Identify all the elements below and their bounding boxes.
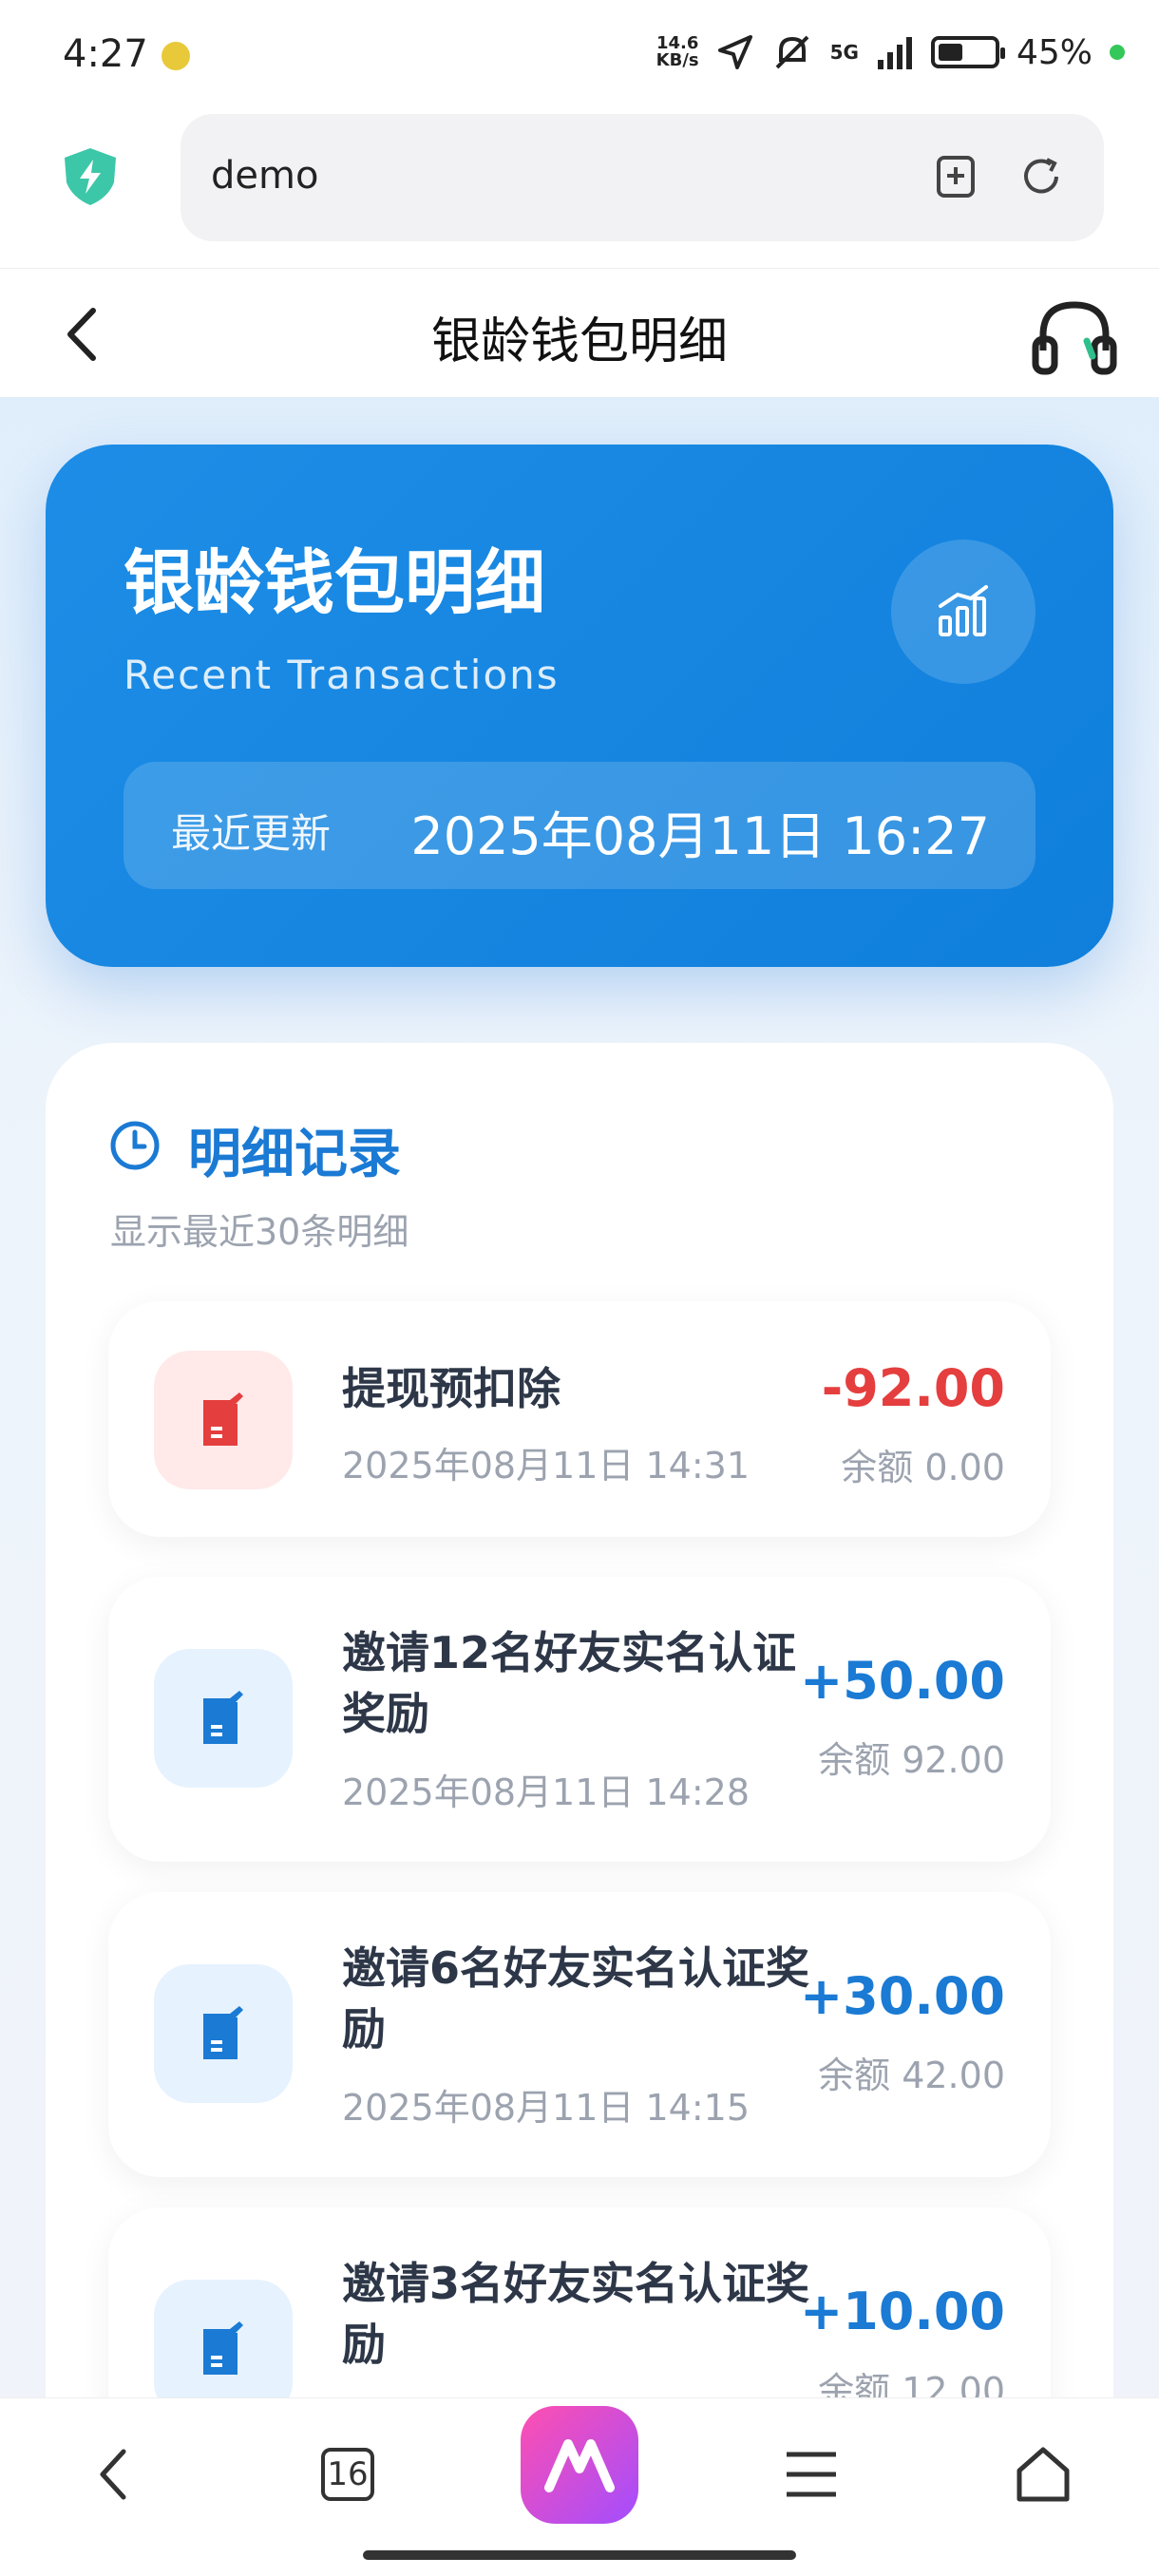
notification-app-icon <box>162 42 190 70</box>
records-title: 明细记录 <box>188 1124 401 1185</box>
shield-icon[interactable] <box>59 144 122 207</box>
transaction-amount: +30.00 <box>799 1966 1005 2026</box>
document-icon <box>154 2280 293 2397</box>
transaction-time: 2025年08月11日 14:31 <box>342 1445 750 1487</box>
status-icons: 14.6 KB/s 5G 45% <box>656 28 1125 76</box>
document-icon <box>154 1649 293 1788</box>
home-button[interactable] <box>1005 2436 1081 2512</box>
transaction-balance: 余额 42.00 <box>818 2055 1005 2096</box>
page-title: 银龄钱包明细 <box>430 313 728 370</box>
transaction-balance: 余额 12.00 <box>818 2370 1005 2397</box>
ai-logo-icon <box>544 2439 615 2492</box>
signal-icon <box>877 37 912 69</box>
transaction-title: 提现预扣除 <box>342 1363 560 1414</box>
menu-button[interactable] <box>773 2436 849 2512</box>
transaction-title: 邀请12名好友实名认证奖励 <box>342 1627 797 1739</box>
hero-subtitle: Recent Transactions <box>124 652 560 698</box>
browser-bottom-nav: 16 <box>0 2397 1159 2576</box>
url-bar[interactable]: demo <box>180 114 1104 241</box>
menu-icon <box>787 2452 836 2497</box>
transaction-item[interactable]: 邀请12名好友实名认证奖励 2025年08月11日 14:28 +50.00 余… <box>108 1577 1051 1862</box>
privacy-indicator <box>1110 45 1125 60</box>
browser-toolbar: demo <box>0 114 1159 266</box>
document-icon <box>154 1964 293 2103</box>
reload-icon[interactable] <box>1018 154 1064 199</box>
nav-back-button[interactable] <box>76 2436 152 2512</box>
transaction-title: 邀请3名好友实名认证奖励 <box>342 2258 810 2370</box>
transaction-balance: 余额 0.00 <box>841 1447 1005 1488</box>
assistant-button[interactable] <box>521 2406 638 2524</box>
transaction-title: 邀请6名好友实名认证奖励 <box>342 1942 810 2055</box>
transaction-item[interactable]: 提现预扣除 2025年08月11日 14:31 -92.00 余额 0.00 <box>108 1301 1051 1537</box>
document-icon <box>154 1351 293 1489</box>
chart-bar-icon <box>891 540 1036 684</box>
clock-icon <box>110 1121 160 1170</box>
wallet-summary-card: 银龄钱包明细 Recent Transactions 最近更新 2025年08月… <box>46 445 1113 967</box>
transaction-time: 2025年08月11日 14:28 <box>342 1771 750 1813</box>
chevron-left-icon <box>100 2449 126 2500</box>
battery-percent: 45% <box>1016 32 1092 72</box>
hero-title: 银龄钱包明细 <box>124 542 545 624</box>
transaction-item[interactable]: 邀请3名好友实名认证奖励 +10.00 余额 12.00 <box>108 2207 1051 2397</box>
location-icon <box>717 35 752 69</box>
transaction-time: 2025年08月11日 14:15 <box>342 2087 750 2129</box>
tab-count: 16 <box>321 2448 374 2501</box>
network-speed: 14.6 KB/s <box>656 33 699 70</box>
transaction-amount: +50.00 <box>799 1651 1005 1711</box>
home-icon <box>1016 2447 1070 2502</box>
home-indicator[interactable] <box>363 2550 796 2560</box>
status-time: 4:27 <box>63 32 148 76</box>
url-text[interactable]: demo <box>211 154 318 198</box>
last-updated-label: 最近更新 <box>171 810 332 857</box>
transaction-item[interactable]: 邀请6名好友实名认证奖励 2025年08月11日 14:15 +30.00 余额… <box>108 1892 1051 2177</box>
customer-service-icon[interactable] <box>1032 297 1117 377</box>
tabs-button[interactable]: 16 <box>310 2436 386 2512</box>
last-updated-value: 2025年08月11日 16:27 <box>410 806 990 866</box>
transaction-amount: -92.00 <box>821 1358 1005 1418</box>
page-header: 银龄钱包明细 <box>0 268 1159 397</box>
page-content[interactable]: 银龄钱包明细 Recent Transactions 最近更新 2025年08月… <box>0 397 1159 2397</box>
records-subtitle: 显示最近30条明细 <box>110 1211 409 1253</box>
add-bookmark-icon[interactable] <box>933 154 978 199</box>
transaction-amount: +10.00 <box>799 2282 1005 2341</box>
status-bar: 4:27 14.6 KB/s 5G 45% <box>0 0 1159 114</box>
network-type: 5G <box>829 41 859 64</box>
bell-muted-icon <box>775 35 809 69</box>
battery-icon <box>930 36 1005 68</box>
last-updated-bar: 最近更新 2025年08月11日 16:27 <box>124 762 1036 889</box>
records-card: 明细记录 显示最近30条明细 提现预扣除 2025年08月11日 14:31 -… <box>46 1043 1113 2397</box>
transaction-balance: 余额 92.00 <box>818 1739 1005 1781</box>
